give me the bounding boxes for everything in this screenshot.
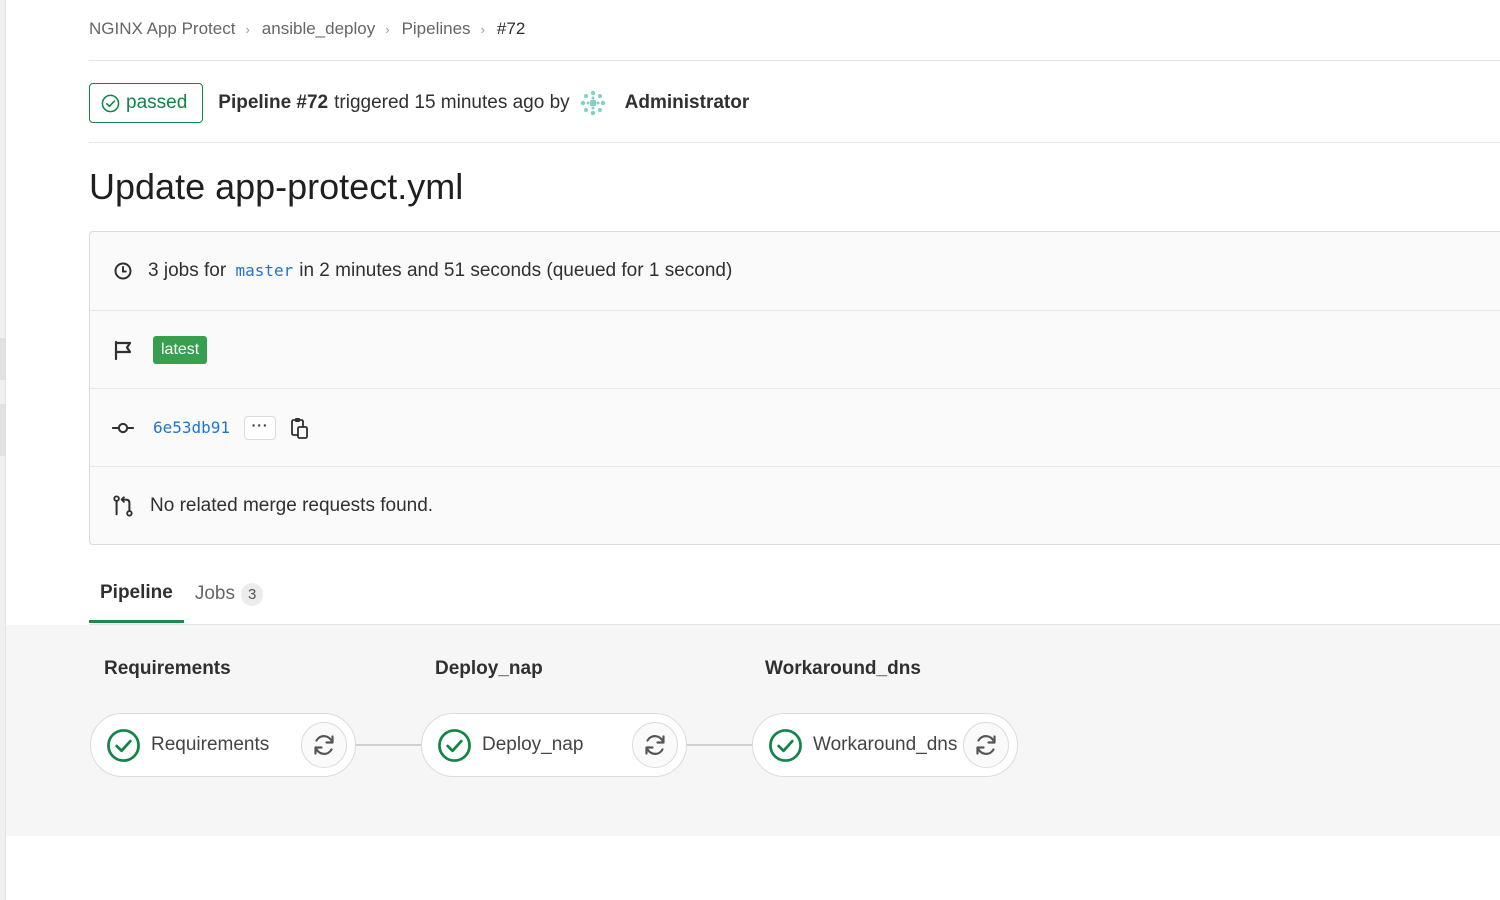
rail-marker [0, 338, 6, 380]
chevron-right-icon: › [245, 21, 250, 37]
tab-pipeline[interactable]: Pipeline [89, 565, 184, 623]
pipeline-header: passed Pipeline #72 triggered 15 minutes… [89, 83, 749, 123]
success-status-icon [107, 728, 140, 762]
expand-commit-message-button[interactable]: ··· [244, 415, 277, 440]
check-circle-icon [101, 94, 120, 112]
retry-job-button[interactable] [632, 722, 678, 768]
success-status-icon [438, 728, 471, 762]
tags-row: latest [90, 311, 1500, 389]
breadcrumb: NGINX App Protect › ansible_deploy › Pip… [89, 17, 525, 41]
divider [89, 142, 1500, 143]
commit-row: 6e53db91 ··· [90, 389, 1500, 467]
user-link[interactable]: Administrator [625, 92, 750, 114]
retry-icon [645, 735, 665, 755]
avatar[interactable] [577, 88, 608, 118]
job-deploy-nap[interactable]: Deploy_nap [421, 713, 687, 777]
retry-job-button[interactable] [301, 722, 347, 768]
page-title: Update app-protect.yml [89, 166, 464, 207]
stage-connector [355, 744, 421, 746]
clipboard-icon [291, 417, 308, 439]
jobs-summary: 3 jobs for master in 2 minutes and 51 sec… [148, 260, 732, 282]
trigger-text: triggered 15 minutes ago by [334, 92, 570, 113]
tab-pipeline-label: Pipeline [100, 581, 173, 603]
status-badge[interactable]: passed [89, 83, 204, 123]
job-name: Deploy_nap [482, 734, 584, 755]
copy-sha-button[interactable] [290, 416, 310, 440]
jobs-summary-prefix: 3 jobs for [148, 260, 227, 281]
stage-title-requirements: Requirements [104, 658, 231, 679]
rail-marker [0, 404, 6, 456]
breadcrumb-group[interactable]: NGINX App Protect [89, 19, 235, 39]
flag-icon [112, 339, 134, 361]
breadcrumb-current[interactable]: #72 [497, 19, 525, 39]
tab-jobs[interactable]: Jobs 3 [184, 565, 274, 623]
stage-connector [686, 744, 752, 746]
merge-requests-row: No related merge requests found. [90, 467, 1500, 545]
job-requirements[interactable]: Requirements [90, 713, 356, 777]
chevron-right-icon: › [385, 21, 390, 37]
breadcrumb-pipelines[interactable]: Pipelines [402, 19, 471, 39]
stage-title-deploy-nap: Deploy_nap [435, 658, 543, 679]
success-status-icon [769, 728, 802, 762]
pipeline-info-card: 3 jobs for master in 2 minutes and 51 sec… [89, 231, 1500, 545]
merge-requests-text: No related merge requests found. [150, 495, 434, 516]
latest-badge: latest [153, 335, 208, 364]
pipeline-title: Pipeline #72 [218, 92, 329, 113]
tab-jobs-label: Jobs [194, 583, 235, 604]
job-name: Workaround_dns [813, 734, 958, 755]
jobs-summary-suffix: in 2 minutes and 51 seconds (queued for … [299, 260, 733, 281]
chevron-right-icon: › [480, 21, 485, 37]
retry-job-button[interactable] [963, 722, 1009, 768]
jobs-count-badge: 3 [241, 582, 264, 606]
stage-title-workaround-dns: Workaround_dns [765, 658, 921, 679]
merge-request-icon [112, 495, 134, 517]
breadcrumb-project[interactable]: ansible_deploy [262, 19, 375, 39]
branch-link[interactable]: master [235, 261, 293, 280]
commit-icon [112, 417, 134, 439]
job-name: Requirements [151, 734, 270, 755]
clock-icon [112, 260, 134, 282]
pipeline-tabs: Pipeline Jobs 3 [89, 565, 274, 623]
jobs-summary-row: 3 jobs for master in 2 minutes and 51 sec… [90, 232, 1500, 311]
divider [89, 60, 1500, 61]
retry-icon [976, 735, 996, 755]
commit-sha-link[interactable]: 6e53db91 [153, 418, 230, 437]
status-label: passed [126, 92, 188, 113]
job-workaround-dns[interactable]: Workaround_dns [752, 713, 1018, 777]
retry-icon [314, 735, 334, 755]
